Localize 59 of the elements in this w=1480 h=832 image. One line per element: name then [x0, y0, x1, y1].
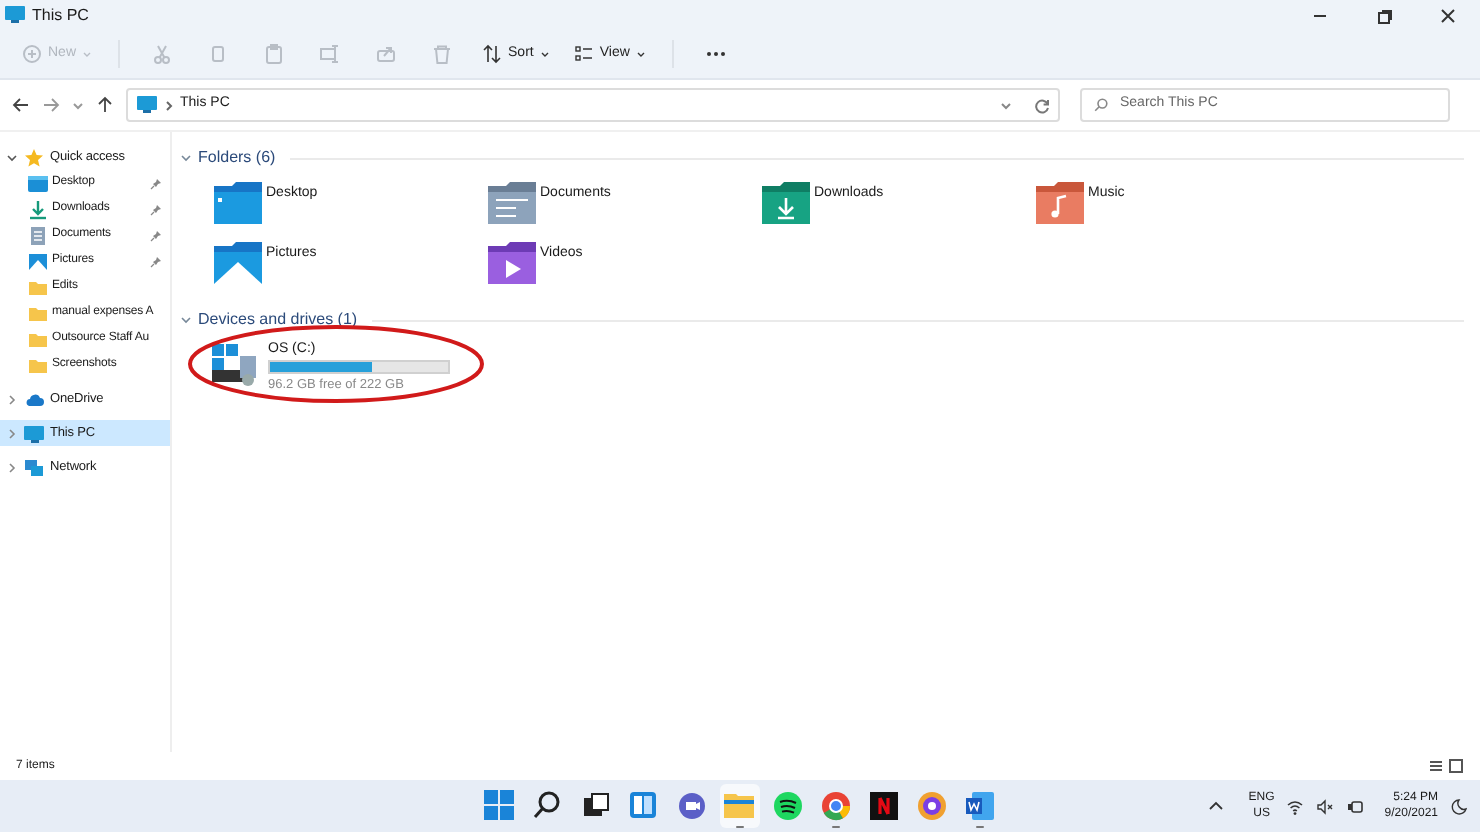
chevron-up-icon[interactable]	[1208, 798, 1225, 814]
refresh-icon[interactable]	[1034, 97, 1050, 113]
pin-icon	[150, 177, 162, 189]
pin-icon	[150, 203, 162, 215]
wifi-icon[interactable]	[1286, 797, 1305, 815]
window-title: This PC	[32, 3, 89, 27]
desktop-folder-icon	[28, 173, 48, 193]
drive-icon[interactable]	[212, 340, 260, 388]
tiles-view-icon[interactable]	[1448, 758, 1464, 774]
chevron-icon	[164, 99, 174, 111]
running-indicator	[736, 825, 744, 828]
network-icon	[24, 457, 44, 477]
music-folder-icon[interactable]	[1036, 180, 1084, 224]
pin-icon	[150, 255, 162, 267]
running-indicator	[832, 825, 840, 828]
expand-caret-icon[interactable]	[180, 152, 192, 164]
spotify-icon[interactable]	[768, 786, 808, 826]
star-icon	[24, 147, 44, 167]
collapse-caret-icon[interactable]	[6, 427, 18, 439]
cloud-icon	[24, 389, 44, 409]
pictures-folder-icon[interactable]	[214, 240, 262, 284]
search-icon	[1094, 98, 1108, 112]
caret-icon	[82, 49, 93, 59]
up-arrow-icon[interactable]	[96, 96, 114, 114]
document-icon	[28, 225, 48, 245]
desktop-folder-icon[interactable]	[214, 180, 262, 224]
expand-caret-icon[interactable]	[6, 151, 18, 163]
netflix-icon[interactable]	[864, 786, 904, 826]
plus-icon	[22, 44, 42, 64]
computer-icon	[4, 3, 26, 23]
caret-icon	[539, 49, 550, 59]
picture-icon	[28, 251, 48, 271]
downloads-folder-icon[interactable]	[762, 180, 810, 224]
chrome-icon[interactable]	[816, 786, 856, 826]
pin-icon	[150, 229, 162, 241]
details-view-icon[interactable]	[1428, 758, 1444, 774]
caret-icon[interactable]	[72, 99, 84, 111]
sort-arrows-icon	[482, 44, 503, 64]
start-icon[interactable]	[480, 786, 520, 826]
battery-icon[interactable]	[1346, 797, 1365, 815]
computer-icon	[24, 423, 44, 443]
videos-folder-icon[interactable]	[488, 240, 536, 284]
computer-icon	[136, 93, 158, 113]
muted-speaker-icon[interactable]	[1316, 797, 1335, 815]
caret-icon[interactable]	[1000, 99, 1012, 111]
collapse-caret-icon[interactable]	[6, 393, 18, 405]
focus-assist-icon[interactable]	[1450, 797, 1468, 815]
running-indicator	[976, 825, 984, 828]
collapse-caret-icon[interactable]	[6, 461, 18, 473]
download-arrow-icon	[28, 199, 48, 219]
browser-icon[interactable]	[912, 786, 952, 826]
word-icon[interactable]	[960, 786, 1000, 826]
back-arrow-icon[interactable]	[12, 96, 30, 114]
section-heading: Folders (6)	[198, 146, 276, 170]
caret-icon	[635, 49, 646, 59]
list-view-icon	[573, 44, 594, 64]
forward-arrow-icon[interactable]	[42, 96, 60, 114]
documents-folder-icon[interactable]	[488, 180, 536, 224]
expand-caret-icon[interactable]	[180, 314, 192, 326]
